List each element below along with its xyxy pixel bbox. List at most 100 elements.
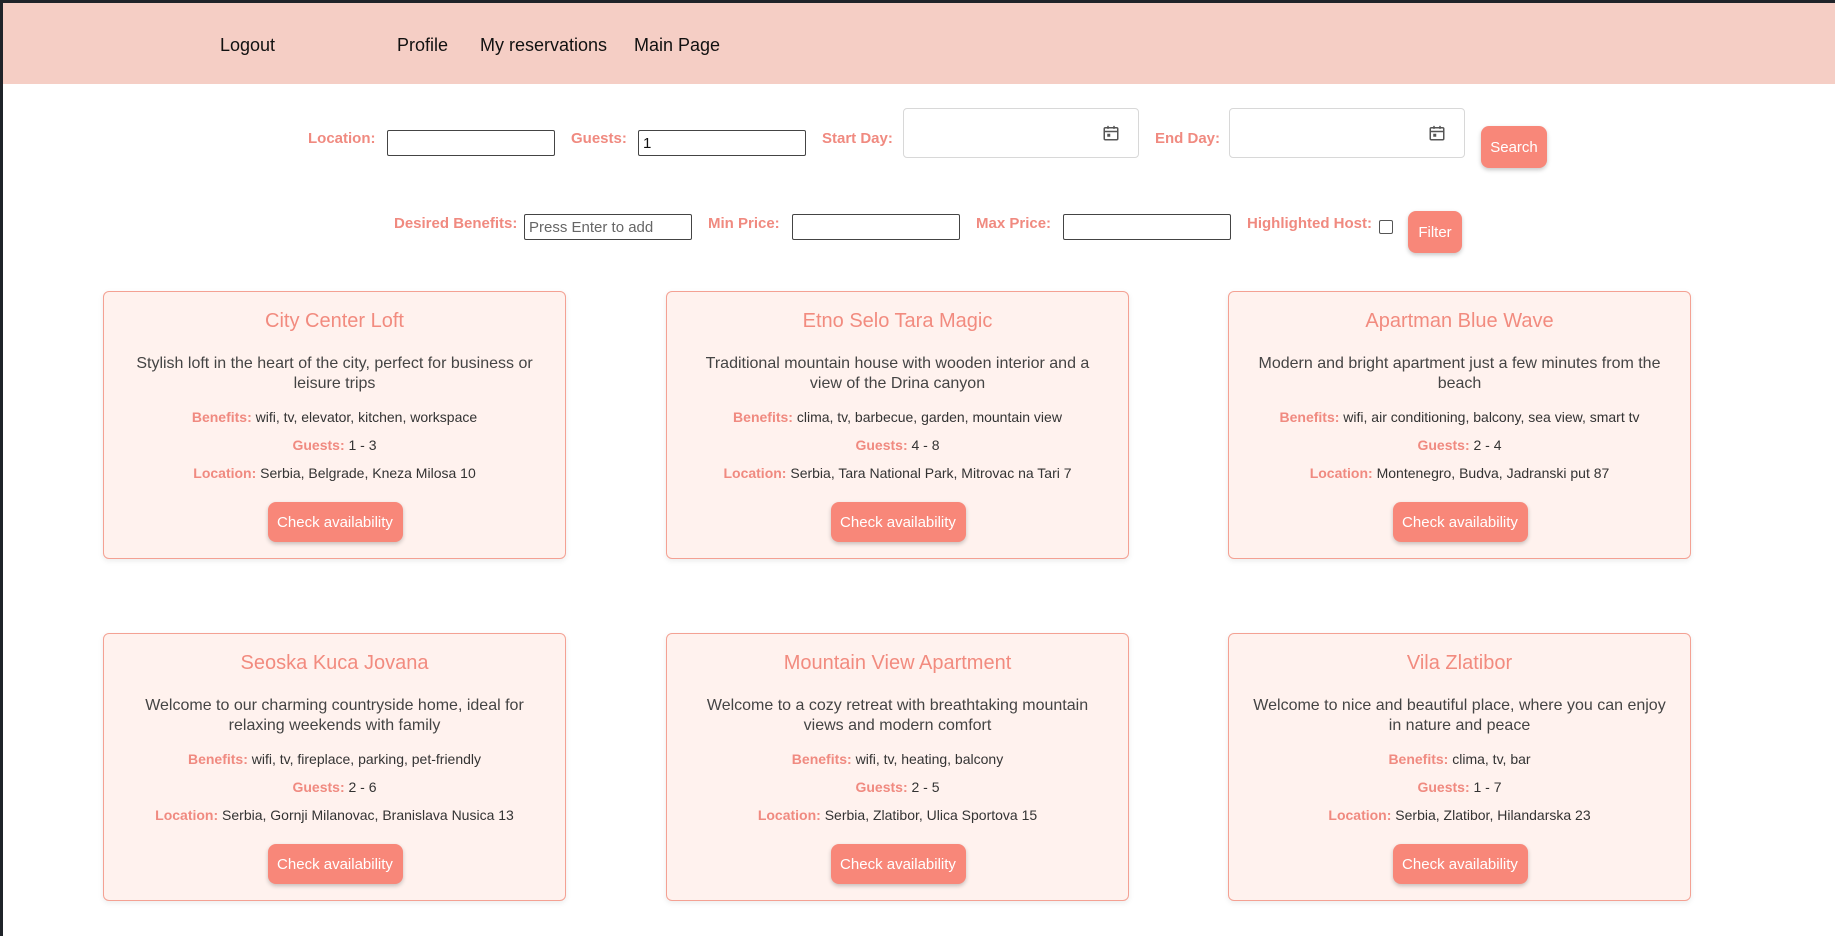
location-key: Location: <box>757 807 821 823</box>
guests-value: 1 - 7 <box>1473 779 1502 795</box>
benefits-line: Benefits: wifi, air conditioning, balcon… <box>1229 409 1690 425</box>
accommodation-title: City Center Loft <box>265 310 404 332</box>
guests-key: Guests: <box>855 437 908 453</box>
filter-button[interactable]: Filter <box>1408 211 1462 253</box>
start-day-label: Start Day: <box>822 130 893 147</box>
guests-line: Guests: 2 - 4 <box>1229 437 1690 453</box>
accommodation-description: Welcome to a cozy retreat with breathtak… <box>706 697 1089 734</box>
calendar-icon[interactable] <box>1102 124 1120 142</box>
check-availability-button[interactable]: Check availability <box>267 844 403 884</box>
accommodation-card: Etno Selo Tara Magic Traditional mountai… <box>666 291 1129 559</box>
end-day-label: End Day: <box>1155 130 1221 147</box>
check-availability-button[interactable]: Check availability <box>830 502 966 542</box>
window-left-edge <box>0 0 3 936</box>
location-line: Location: Serbia, Zlatibor, Ulica Sporto… <box>667 807 1128 823</box>
benefits-key: Benefits: <box>1279 409 1340 425</box>
guests-line: Guests: 2 - 5 <box>667 779 1128 795</box>
benefits-line: Benefits: wifi, tv, heating, balcony <box>667 751 1128 767</box>
location-label: Location: <box>308 130 376 147</box>
guests-value: 2 - 5 <box>911 779 940 795</box>
accommodation-title: Vila Zlatibor <box>1406 652 1513 674</box>
accommodation-card: Seoska Kuca Jovana Welcome to our charmi… <box>103 633 566 901</box>
location-line: Location: Serbia, Gornji Milanovac, Bran… <box>104 807 565 823</box>
accommodation-title: Apartman Blue Wave <box>1365 310 1554 332</box>
location-line: Location: Serbia, Zlatibor, Hilandarska … <box>1229 807 1690 823</box>
guests-label: Guests: <box>571 130 627 147</box>
accommodation-card: Apartman Blue Wave Modern and bright apa… <box>1228 291 1691 559</box>
guests-value: 2 - 6 <box>348 779 377 795</box>
min-price-input[interactable] <box>792 214 960 240</box>
benefits-key: Benefits: <box>191 409 252 425</box>
accommodation-description: Welcome to our charming countryside home… <box>145 697 524 734</box>
end-day-picker[interactable] <box>1229 108 1465 158</box>
benefits-key: Benefits: <box>733 409 793 425</box>
location-key: Location: <box>193 465 257 481</box>
location-input[interactable] <box>387 130 555 156</box>
guests-key: Guests: <box>855 779 908 795</box>
guests-line: Guests: 4 - 8 <box>667 437 1128 453</box>
guests-key: Guests: <box>292 437 345 453</box>
desired-benefits-input[interactable] <box>524 214 692 240</box>
check-availability-button[interactable]: Check availability <box>830 844 966 884</box>
benefits-value: clima, tv, barbecue, garden, mountain vi… <box>796 409 1062 425</box>
location-key: Location: <box>723 465 787 481</box>
desired-benefits-label: Desired Benefits: <box>394 215 518 232</box>
benefits-key: Benefits: <box>1388 751 1449 767</box>
location-line: Location: Montenegro, Budva, Jadranski p… <box>1229 465 1690 481</box>
min-price-label: Min Price: <box>708 215 780 232</box>
search-button[interactable]: Search <box>1481 126 1547 168</box>
calendar-icon[interactable] <box>1428 124 1446 142</box>
check-availability-button[interactable]: Check availability <box>267 502 403 542</box>
location-key: Location: <box>155 807 219 823</box>
accommodation-card: Mountain View Apartment Welcome to a coz… <box>666 633 1129 901</box>
benefits-key: Benefits: <box>791 751 852 767</box>
nav-logout-link[interactable]: Logout <box>220 35 275 56</box>
benefits-line: Benefits: clima, tv, barbecue, garden, m… <box>667 409 1128 425</box>
guests-key: Guests: <box>1417 779 1470 795</box>
guests-value: 4 - 8 <box>911 437 940 453</box>
benefits-value: wifi, tv, fireplace, parking, pet-friend… <box>251 751 482 767</box>
location-value: Serbia, Belgrade, Kneza Milosa 10 <box>260 465 476 481</box>
location-value: Serbia, Zlatibor, Hilandarska 23 <box>1395 807 1591 823</box>
accommodation-card: City Center Loft Stylish loft in the hea… <box>103 291 566 559</box>
highlighted-host-label: Highlighted Host: <box>1247 215 1372 232</box>
nav-my-reservations-link[interactable]: My reservations <box>480 35 607 56</box>
location-value: Serbia, Zlatibor, Ulica Sportova 15 <box>824 807 1038 823</box>
accommodation-description: Stylish loft in the heart of the city, p… <box>136 355 533 392</box>
location-line: Location: Serbia, Belgrade, Kneza Milosa… <box>104 465 565 481</box>
guests-input[interactable] <box>638 130 806 156</box>
top-navbar: Logout Profile My reservations Main Page <box>3 3 1835 84</box>
benefits-value: wifi, tv, heating, balcony <box>855 751 1004 767</box>
benefits-value: wifi, air conditioning, balcony, sea vie… <box>1343 409 1640 425</box>
location-line: Location: Serbia, Tara National Park, Mi… <box>667 465 1128 481</box>
benefits-line: Benefits: wifi, tv, fireplace, parking, … <box>104 751 565 767</box>
guests-value: 2 - 4 <box>1473 437 1502 453</box>
benefits-key: Benefits: <box>187 751 248 767</box>
highlighted-host-checkbox[interactable] <box>1379 220 1393 234</box>
accommodation-title: Seoska Kuca Jovana <box>240 652 429 674</box>
guests-value: 1 - 3 <box>348 437 377 453</box>
check-availability-button[interactable]: Check availability <box>1392 502 1528 542</box>
location-value: Montenegro, Budva, Jadranski put 87 <box>1376 465 1610 481</box>
accommodation-card: Vila Zlatibor Welcome to nice and beauti… <box>1228 633 1691 901</box>
max-price-input[interactable] <box>1063 214 1231 240</box>
nav-profile-link[interactable]: Profile <box>397 35 448 56</box>
guests-line: Guests: 1 - 7 <box>1229 779 1690 795</box>
benefits-line: Benefits: clima, tv, bar <box>1229 751 1690 767</box>
guests-line: Guests: 2 - 6 <box>104 779 565 795</box>
location-value: Serbia, Tara National Park, Mitrovac na … <box>790 465 1072 481</box>
accommodation-title: Etno Selo Tara Magic <box>802 310 993 332</box>
nav-main-page-link[interactable]: Main Page <box>634 35 720 56</box>
accommodation-description: Modern and bright apartment just a few m… <box>1258 355 1661 392</box>
max-price-label: Max Price: <box>976 215 1052 232</box>
accommodation-description: Welcome to nice and beautiful place, whe… <box>1253 697 1666 734</box>
location-key: Location: <box>1328 807 1392 823</box>
guests-key: Guests: <box>292 779 345 795</box>
guests-line: Guests: 1 - 3 <box>104 437 565 453</box>
benefits-line: Benefits: wifi, tv, elevator, kitchen, w… <box>104 409 565 425</box>
start-day-picker[interactable] <box>903 108 1139 158</box>
accommodation-title: Mountain View Apartment <box>783 652 1012 674</box>
benefits-value: wifi, tv, elevator, kitchen, workspace <box>255 409 478 425</box>
check-availability-button[interactable]: Check availability <box>1392 844 1528 884</box>
location-value: Serbia, Gornji Milanovac, Branislava Nus… <box>222 807 514 823</box>
